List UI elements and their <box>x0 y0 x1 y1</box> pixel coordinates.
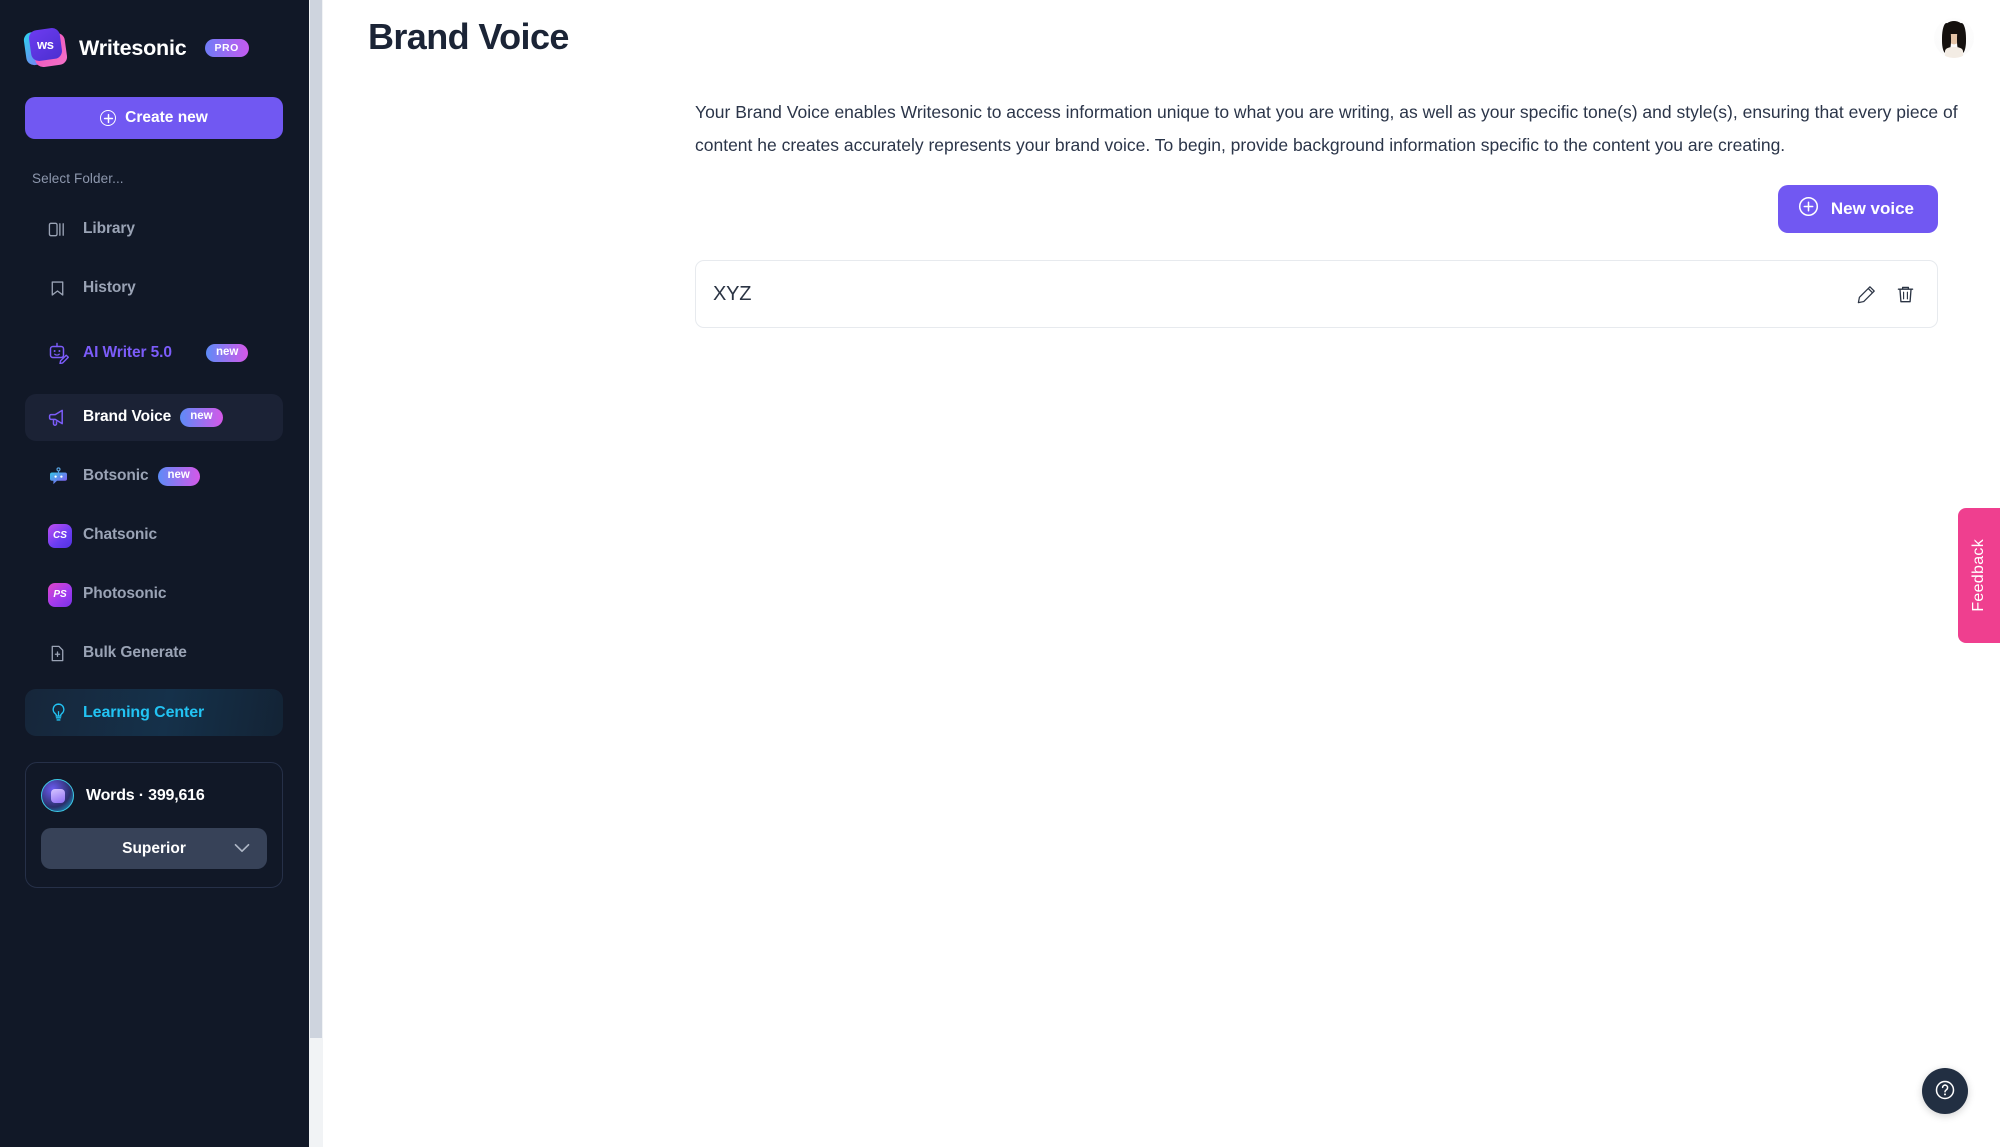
sidebar-item-library[interactable]: Library <box>25 206 283 253</box>
new-badge: new <box>206 343 249 363</box>
words-orb-icon <box>41 779 74 812</box>
sidebar-item-label: Brand Voice <box>83 408 172 426</box>
avatar[interactable] <box>1934 18 1974 58</box>
usage-card: Words · 399,616 Superior <box>25 762 283 888</box>
voice-row[interactable]: XYZ <box>695 260 1938 328</box>
page-description: Your Brand Voice enables Writesonic to a… <box>695 96 2000 162</box>
sidebar-item-label: Botsonic <box>83 467 149 485</box>
sidebar-item-bulk-generate[interactable]: Bulk Generate <box>25 630 283 677</box>
words-count: 399,616 <box>148 786 205 804</box>
sidebar-nav: Library History AI Writer 5.0 new Brand … <box>0 200 308 742</box>
sidebar-item-label: AI Writer 5.0 <box>83 343 172 361</box>
plan-select[interactable]: Superior <box>41 828 267 869</box>
sidebar-item-label: Learning Center <box>83 703 205 721</box>
megaphone-icon <box>48 407 74 429</box>
main-content: Brand Voice Your Brand Voice enables Wri… <box>323 0 2000 1147</box>
new-voice-button[interactable]: New voice <box>1777 185 1938 233</box>
page-title: Brand Voice <box>368 16 569 57</box>
words-separator: · <box>138 786 144 804</box>
new-voice-label: New voice <box>1830 199 1914 218</box>
words-row: Words · 399,616 <box>41 779 267 812</box>
plan-select-value: Superior <box>122 839 186 857</box>
voice-actions <box>1856 284 1916 305</box>
sidebar: ws Writesonic PRO Create new Select Fold… <box>0 0 323 1147</box>
sidebar-item-photosonic[interactable]: PS Photosonic <box>25 571 283 618</box>
new-badge: new <box>157 467 200 486</box>
photosonic-icon: PS <box>48 582 74 607</box>
sidebar-item-label: Photosonic <box>83 585 167 603</box>
create-new-label: Create new <box>125 109 208 126</box>
sidebar-item-label: Library <box>83 220 135 238</box>
delete-trash-icon[interactable] <box>1895 284 1916 305</box>
sidebar-item-label: Chatsonic <box>83 526 158 544</box>
sidebar-item-label: History <box>83 279 136 297</box>
sidebar-item-label: Bulk Generate <box>83 644 187 662</box>
plus-circle-icon <box>100 110 117 126</box>
help-button[interactable] <box>1922 1068 1968 1114</box>
brand-logo[interactable]: ws Writesonic PRO <box>0 0 308 74</box>
library-icon <box>48 220 74 239</box>
bookmark-icon <box>48 279 74 298</box>
new-badge: new <box>180 408 223 427</box>
plus-circle-icon <box>1798 196 1819 222</box>
sidebar-item-ai-writer[interactable]: AI Writer 5.0 new <box>25 324 283 382</box>
create-new-button[interactable]: Create new <box>25 97 283 139</box>
voice-name: XYZ <box>713 282 752 305</box>
words-label: Words <box>86 786 135 804</box>
sidebar-scrollbar-track[interactable] <box>309 0 323 1147</box>
feedback-label: Feedback <box>1970 539 1987 612</box>
chevron-down-icon <box>234 840 250 858</box>
chatsonic-icon: CS <box>48 523 74 548</box>
brand-name: Writesonic <box>79 35 187 60</box>
voice-list: XYZ <box>695 260 1938 328</box>
edit-pencil-icon[interactable] <box>1856 284 1877 305</box>
sidebar-item-chatsonic[interactable]: CS Chatsonic <box>25 512 283 559</box>
writesonic-logo-icon: ws <box>22 26 69 70</box>
logo-mark-text: ws <box>37 36 54 52</box>
lightbulb-icon <box>48 702 74 723</box>
description-line-1: Your Brand Voice enables Writesonic to a… <box>695 102 1958 122</box>
sidebar-scrollbar-thumb[interactable] <box>310 0 322 1038</box>
sidebar-content: ws Writesonic PRO Create new Select Fold… <box>0 0 308 1147</box>
file-plus-icon <box>48 644 74 663</box>
sidebar-item-history[interactable]: History <box>25 265 283 312</box>
ai-writer-icon <box>48 342 74 364</box>
select-folder-label[interactable]: Select Folder... <box>0 139 308 186</box>
app-root: ws Writesonic PRO Create new Select Fold… <box>0 0 2000 1147</box>
bot-icon <box>48 466 74 488</box>
feedback-tab[interactable]: Feedback <box>1958 508 2000 643</box>
pro-badge: PRO <box>204 39 249 57</box>
question-mark-icon <box>1933 1078 1957 1105</box>
sidebar-item-botsonic[interactable]: Botsonic new <box>25 453 283 500</box>
sidebar-item-learning-center[interactable]: Learning Center <box>25 689 283 736</box>
description-line-2: content he creates accurately represents… <box>695 135 1786 155</box>
sidebar-item-brand-voice[interactable]: Brand Voice new <box>25 394 283 441</box>
avatar-photo <box>1934 18 1974 58</box>
